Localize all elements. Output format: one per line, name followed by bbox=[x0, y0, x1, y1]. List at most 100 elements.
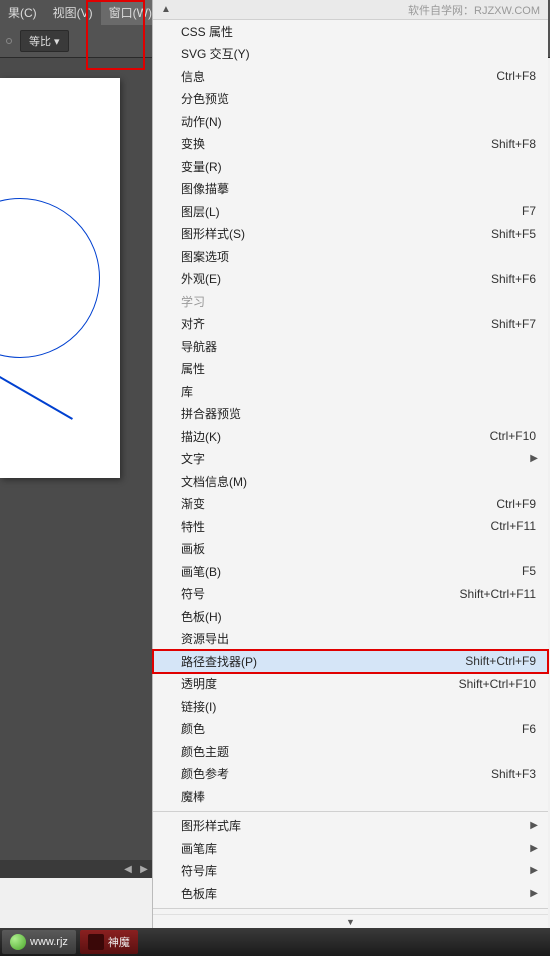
menu-item-label: SVG 交互(Y) bbox=[179, 45, 548, 62]
menu-item[interactable]: 色板库▶ bbox=[153, 882, 548, 905]
menu-item-shortcut: Shift+F8 bbox=[491, 137, 548, 151]
menu-item[interactable]: 拼合器预览 bbox=[153, 403, 548, 426]
menu-item[interactable]: 属性 bbox=[153, 358, 548, 381]
menu-item-shortcut: Ctrl+F11 bbox=[491, 519, 548, 533]
menu-item-label: 渐变 bbox=[179, 495, 496, 512]
fit-dropdown[interactable]: 等比 ▾ bbox=[20, 30, 69, 52]
path-line[interactable] bbox=[0, 363, 73, 419]
menu-item[interactable]: 变量(R) bbox=[153, 155, 548, 178]
menu-item-shortcut: Shift+F5 bbox=[491, 227, 548, 241]
game-icon bbox=[88, 934, 104, 950]
path-circle[interactable] bbox=[0, 198, 100, 358]
menu-item-label: 画笔(B) bbox=[179, 563, 522, 580]
menu-item[interactable]: 对齐Shift+F7 bbox=[153, 313, 548, 336]
menu-item-label: 链接(I) bbox=[179, 698, 548, 715]
menu-item[interactable]: CSS 属性 bbox=[153, 20, 548, 43]
menu-item-label: 符号库 bbox=[179, 862, 548, 879]
menu-item[interactable]: 外观(E)Shift+F6 bbox=[153, 268, 548, 291]
menu-item-label: 图形样式库 bbox=[179, 817, 548, 834]
menu-item[interactable]: 渐变Ctrl+F9 bbox=[153, 493, 548, 516]
menu-item[interactable]: 文档信息(M) bbox=[153, 470, 548, 493]
menu-view[interactable]: 视图(V) bbox=[45, 0, 101, 25]
menu-item[interactable]: 导航器 bbox=[153, 335, 548, 358]
menu-separator bbox=[153, 811, 548, 812]
menu-item[interactable]: 透明度Shift+Ctrl+F10 bbox=[153, 673, 548, 696]
menu-item-shortcut: Shift+F3 bbox=[491, 767, 548, 781]
menu-item-label: 文字 bbox=[179, 450, 548, 467]
menu-item-label: 文档信息(M) bbox=[179, 473, 548, 490]
menu-item-label: 对齐 bbox=[179, 315, 491, 332]
menu-item-label: 库 bbox=[179, 383, 548, 400]
menu-item-label: 特性 bbox=[179, 518, 491, 535]
menu-item-label: 颜色 bbox=[179, 720, 522, 737]
menu-item[interactable]: 图层(L)F7 bbox=[153, 200, 548, 223]
menu-item[interactable]: 画笔库▶ bbox=[153, 837, 548, 860]
submenu-arrow-icon: ▶ bbox=[530, 865, 538, 876]
menu-effect[interactable]: 果(C) bbox=[0, 0, 45, 25]
menu-item[interactable]: 图形样式库▶ bbox=[153, 815, 548, 838]
menu-item[interactable]: 符号库▶ bbox=[153, 860, 548, 883]
menu-item[interactable]: 描边(K)Ctrl+F10 bbox=[153, 425, 548, 448]
window-menu-dropdown: ▲ 软件自学网：RJZXW.COM CSS 属性SVG 交互(Y)信息Ctrl+… bbox=[152, 0, 548, 928]
menu-item-label: 魔棒 bbox=[179, 788, 548, 805]
menu-item-label: 导航器 bbox=[179, 338, 548, 355]
scroll-up-icon[interactable]: ▲ bbox=[161, 4, 171, 15]
menu-item[interactable]: 颜色F6 bbox=[153, 718, 548, 741]
menu-item-label: 画笔库 bbox=[179, 840, 548, 857]
menu-item[interactable]: 库 bbox=[153, 380, 548, 403]
menu-item[interactable]: 分色预览 bbox=[153, 88, 548, 111]
menu-item[interactable]: 文字▶ bbox=[153, 448, 548, 471]
menu-item-label: 画板 bbox=[179, 540, 548, 557]
menu-item[interactable]: 图案选项 bbox=[153, 245, 548, 268]
menu-item-label: 图像描摹 bbox=[179, 180, 548, 197]
menu-item[interactable]: 动作(N) bbox=[153, 110, 548, 133]
dropdown-list: CSS 属性SVG 交互(Y)信息Ctrl+F8分色预览动作(N)变换Shift… bbox=[153, 20, 548, 914]
menu-item-label: 变换 bbox=[179, 135, 491, 152]
menu-item-label: 外观(E) bbox=[179, 270, 491, 287]
menu-item[interactable]: 路径查找器(P)Shift+Ctrl+F9 bbox=[153, 650, 548, 673]
scroll-down-icon[interactable]: ▼ bbox=[153, 914, 548, 928]
menu-item-shortcut: Shift+Ctrl+F9 bbox=[465, 654, 548, 668]
menu-item-label: 分色预览 bbox=[179, 90, 548, 107]
menu-item[interactable]: SVG 交互(Y) bbox=[153, 43, 548, 66]
menu-item-label: 学习 bbox=[179, 293, 548, 310]
menu-item-label: 变量(R) bbox=[179, 158, 548, 175]
menu-item[interactable]: 图像描摹 bbox=[153, 178, 548, 201]
menu-item[interactable]: 符号Shift+Ctrl+F11 bbox=[153, 583, 548, 606]
menu-item-shortcut: Ctrl+F9 bbox=[496, 497, 548, 511]
menu-item-label: 属性 bbox=[179, 360, 548, 377]
menu-item[interactable]: 变换Shift+F8 bbox=[153, 133, 548, 156]
submenu-arrow-icon: ▶ bbox=[530, 820, 538, 831]
menu-item-label: 图形样式(S) bbox=[179, 225, 491, 242]
canvas-area[interactable]: ◀ ▶ bbox=[0, 58, 152, 878]
menu-item-label: 资源导出 bbox=[179, 630, 548, 647]
menu-item[interactable]: 信息Ctrl+F8 bbox=[153, 65, 548, 88]
menu-item-label: 拼合器预览 bbox=[179, 405, 548, 422]
artboard bbox=[0, 78, 120, 478]
submenu-arrow-icon: ▶ bbox=[530, 843, 538, 854]
taskbar-game[interactable]: 神魔 bbox=[80, 930, 138, 954]
horizontal-scrollbar[interactable]: ◀ ▶ bbox=[0, 860, 152, 878]
menu-item[interactable]: 资源导出 bbox=[153, 628, 548, 651]
taskbar-browser[interactable]: www.rjz bbox=[2, 930, 76, 954]
watermark-text: 软件自学网：RJZXW.COM bbox=[408, 2, 540, 18]
menu-item-label: 描边(K) bbox=[179, 428, 490, 445]
menu-item[interactable]: 链接(I) bbox=[153, 695, 548, 718]
menu-item-shortcut: Shift+Ctrl+F10 bbox=[459, 677, 548, 691]
taskbar: www.rjz 神魔 bbox=[0, 928, 550, 956]
menu-item[interactable]: 特性Ctrl+F11 bbox=[153, 515, 548, 538]
menu-item-shortcut: Ctrl+F8 bbox=[496, 69, 548, 83]
menu-item[interactable]: ✓未标题-1* @ 129.8% (CMYK/GPU 预览) bbox=[153, 912, 548, 915]
submenu-arrow-icon: ▶ bbox=[530, 888, 538, 899]
menu-item[interactable]: 画笔(B)F5 bbox=[153, 560, 548, 583]
menu-item[interactable]: 颜色主题 bbox=[153, 740, 548, 763]
menu-item[interactable]: 色板(H) bbox=[153, 605, 548, 628]
menu-item[interactable]: 魔棒 bbox=[153, 785, 548, 808]
menu-item[interactable]: 画板 bbox=[153, 538, 548, 561]
menu-item-label: 信息 bbox=[179, 68, 496, 85]
menu-item[interactable]: 颜色参考Shift+F3 bbox=[153, 763, 548, 786]
scroll-left-icon[interactable]: ◀ bbox=[120, 861, 136, 877]
scroll-right-icon[interactable]: ▶ bbox=[136, 861, 152, 877]
menu-item[interactable]: 图形样式(S)Shift+F5 bbox=[153, 223, 548, 246]
menu-item-shortcut: Shift+F7 bbox=[491, 317, 548, 331]
